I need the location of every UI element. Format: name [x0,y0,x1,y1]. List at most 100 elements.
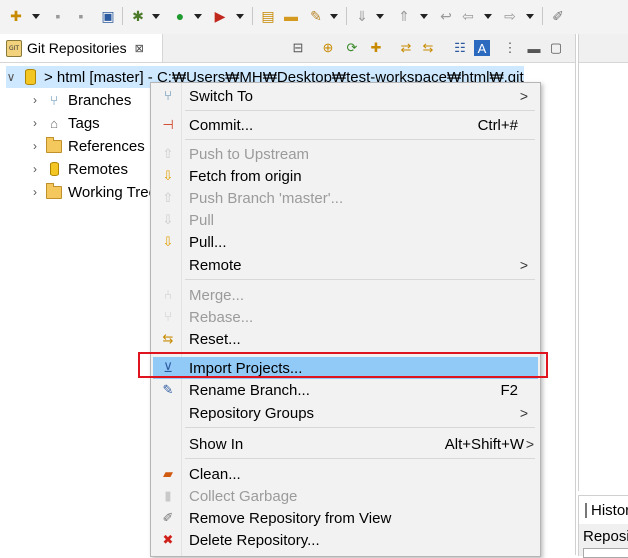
expand-arrow-icon[interactable]: › [30,93,40,107]
collapse-all-icon[interactable]: ⊟ [290,40,306,56]
menu-separator [185,458,535,459]
menu-item-repository-groups[interactable]: Repository Groups > [153,402,538,424]
menu-item-label: Remote [189,256,242,274]
tree-row-working-tree[interactable]: › Working Tree [30,181,157,203]
menu-item-merge[interactable]: ⑃ Merge... [153,284,538,306]
submenu-arrow-icon: > [525,436,534,452]
submenu-arrow-icon: > [519,88,528,104]
history-view: History Repository [578,495,628,558]
expand-arrow-icon[interactable]: › [30,139,40,153]
git-repository-icon: GIT [6,39,22,57]
open-type-icon[interactable]: ▤ [260,8,276,24]
refresh-icon[interactable]: ⇄ [398,40,414,56]
clean-icon: ▰ [163,466,173,482]
add-repository-icon[interactable]: ⊕ [320,40,336,56]
menu-item-remove-repository[interactable]: ✐ Remove Repository from View [153,507,538,529]
tab-history[interactable]: History [579,496,628,524]
menu-item-fetch-from-origin[interactable]: ⇩ Fetch from origin [153,165,538,187]
menu-item-reset[interactable]: ⇆ Reset... [153,328,538,350]
menu-item-clean[interactable]: ▰ Clean... [153,463,538,485]
new-dropdown-arrow[interactable] [32,14,40,19]
back-dropdown-arrow[interactable] [484,14,492,19]
toolbar-separator [122,7,123,25]
close-icon[interactable]: ⊠ [135,42,144,55]
expand-arrow-icon[interactable]: › [30,116,40,130]
next-annotation-dropdown-arrow[interactable] [376,14,384,19]
expand-arrow-icon[interactable]: › [30,162,40,176]
menu-separator [185,110,535,111]
menu-item-label: Show In [189,435,244,453]
debug-dropdown-arrow[interactable] [152,14,160,19]
menu-item-commit[interactable]: ⊣ Commit... Ctrl+# [153,114,538,136]
menu-item-rename-branch[interactable]: ✎ Rename Branch... F2 [153,379,538,401]
toolbar-separator [346,7,347,25]
menu-item-collect-garbage[interactable]: ▮ Collect Garbage [153,485,538,507]
expand-arrow-icon[interactable]: › [30,185,40,199]
collapse-arrow-icon[interactable]: ∨ [6,70,16,84]
tree-row-branches[interactable]: › ⑂ Branches [30,89,131,111]
editor-area [578,34,628,491]
garbage-icon: ▮ [164,488,172,504]
menu-separator [185,279,535,280]
next-annotation-icon[interactable]: ⇓ [354,8,370,24]
merge-icon: ⑃ [164,287,172,303]
run-dropdown-arrow[interactable] [194,14,202,19]
forward-icon[interactable]: ⇨ [502,8,518,24]
menu-item-remote[interactable]: Remote > [153,254,538,276]
menu-item-label: Clean... [189,465,241,483]
forward-dropdown-arrow[interactable] [526,14,534,19]
tab-git-repositories[interactable]: GIT Git Repositories ⊠ [0,34,163,62]
clone-repository-icon[interactable]: ⟳ [344,40,360,56]
tree-item-label: References [68,137,145,155]
pin-editor-icon[interactable]: ✐ [550,8,566,24]
previous-annotation-icon[interactable]: ⇑ [396,8,412,24]
history-icon [585,502,587,518]
submenu-arrow-icon: > [519,405,528,421]
menu-item-show-in[interactable]: Show In Alt+Shift+W > [153,433,538,455]
menu-item-delete-repository[interactable]: ✖ Delete Repository... [153,529,538,551]
menu-item-push-to-upstream[interactable]: ⇧ Push to Upstream [153,143,538,165]
remotes-icon [46,161,62,177]
menu-item-rebase[interactable]: ⑂ Rebase... [153,306,538,328]
back-icon[interactable]: ⇦ [460,8,476,24]
menu-item-label: Collect Garbage [189,487,298,505]
open-folder-icon[interactable]: ▬ [283,8,299,24]
repository-label: Repository [583,528,628,545]
repository-field[interactable] [583,548,628,558]
tree-row-references[interactable]: › References [30,135,145,157]
repository-icon [22,69,38,85]
last-edit-location-icon[interactable]: ↩ [438,8,454,24]
rename-icon: ✎ [162,382,174,398]
menu-item-label: Push to Upstream [189,145,310,163]
run-icon[interactable]: ● [172,8,188,24]
menu-item-pull[interactable]: ⇩ Pull [153,209,538,231]
previous-annotation-dropdown-arrow[interactable] [420,14,428,19]
external-tools-icon[interactable]: ▶ [212,8,228,24]
create-repository-icon[interactable]: ✚ [368,40,384,56]
menu-item-switch-to[interactable]: ⑂ Switch To > [153,85,538,107]
view-menu-icon[interactable]: ⋮ [502,40,518,56]
tree-item-label: Branches [68,91,132,109]
external-tools-dropdown-arrow[interactable] [236,14,244,19]
editor-tab-strip [579,34,628,63]
switch-icon: ⑂ [164,88,172,104]
link-with-selection-icon[interactable]: ⇆ [420,40,436,56]
tree-row-remotes[interactable]: › Remotes [30,158,128,180]
minimize-icon[interactable]: ▬ [526,40,542,56]
save-all-icon[interactable]: ▪ [73,8,89,24]
menu-item-pull-dialog[interactable]: ⇩ Pull... [153,231,538,253]
save-icon[interactable]: ▪ [50,8,66,24]
tree-row-tags[interactable]: › ⌂ Tags [30,112,100,134]
brush-icon[interactable]: ✎ [308,8,324,24]
maximize-icon[interactable]: ▢ [548,40,564,56]
toolbar-separator [542,7,543,25]
menu-item-push-branch[interactable]: ⇧ Push Branch 'master'... [153,187,538,209]
show-as-text-icon[interactable]: A [474,40,490,56]
menu-item-label: Rebase... [189,308,254,326]
brush-dropdown-arrow[interactable] [330,14,338,19]
debug-icon[interactable]: ✱ [130,8,146,24]
menu-separator [185,139,535,140]
terminal-icon[interactable]: ▣ [100,8,116,24]
hierarchical-layout-icon[interactable]: ☷ [452,40,468,56]
new-wizard-icon[interactable]: ✚ [8,8,24,24]
